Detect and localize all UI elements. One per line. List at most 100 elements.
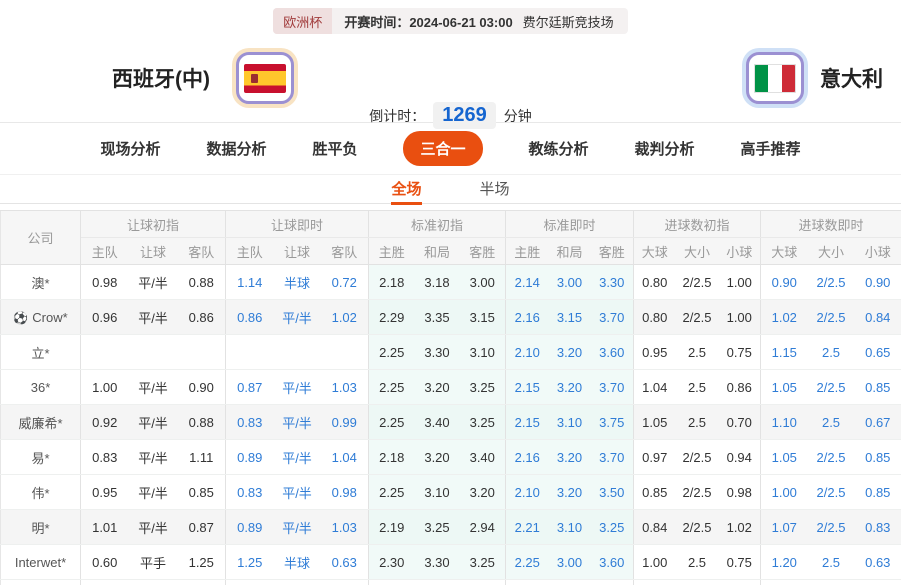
odds-cell: 0.60: [81, 545, 129, 580]
odds-cell: 2.16: [506, 300, 549, 335]
odds-cell: 3.20: [415, 370, 460, 405]
odds-cell: 2.25: [369, 405, 415, 440]
group-header-1: 让球即时: [226, 211, 369, 238]
away-team-name: 意大利: [820, 63, 883, 93]
odds-cell: 0.86: [226, 300, 274, 335]
odds-cell: 0.94: [719, 440, 761, 475]
nav-tab-5[interactable]: 裁判分析: [635, 138, 695, 159]
company-name[interactable]: 明*: [1, 510, 81, 545]
odds-cell: 3.10: [549, 405, 591, 440]
home-team: 西班牙(中): [112, 52, 294, 104]
company-name[interactable]: 36*: [1, 370, 81, 405]
odds-cell: 0.85: [855, 370, 901, 405]
odds-cell: 2.94: [460, 510, 506, 545]
odds-cell: 0.98: [81, 265, 129, 300]
table-row: 立*2.253.303.102.103.203.600.952.50.751.1…: [1, 335, 901, 370]
odds-cell: 1.05: [761, 440, 808, 475]
odds-cell: 2.15: [506, 370, 549, 405]
odds-cell: [226, 335, 274, 370]
odds-cell: 3.15: [549, 300, 591, 335]
odds-cell: 1.00: [634, 545, 676, 580]
odds-cell: 2.29: [369, 300, 415, 335]
odds-cell: 1.14: [226, 265, 274, 300]
odds-cell: 平/半: [129, 475, 178, 510]
odds-cell: 1.00: [719, 265, 761, 300]
odds-cell: 3.20: [549, 440, 591, 475]
odds-cell: 1.02: [719, 510, 761, 545]
odds-cell: 0.84: [634, 510, 676, 545]
odds-cell: 1.01: [81, 510, 129, 545]
company-name[interactable]: 威廉希*: [1, 405, 81, 440]
nav-tab-4[interactable]: 教练分析: [529, 138, 589, 159]
odds-cell: 2/2.5: [808, 440, 855, 475]
column-header: 大小: [676, 238, 719, 265]
odds-cell: 0.96: [81, 300, 129, 335]
odds-cell: 3.20: [415, 440, 460, 475]
column-header: 主胜: [506, 238, 549, 265]
odds-cell: 3.70: [591, 440, 634, 475]
odds-cell: 3.00: [460, 265, 506, 300]
odds-cell: 3.00: [549, 265, 591, 300]
nav-tab-6[interactable]: 高手推荐: [741, 138, 801, 159]
odds-cell: 0.85: [855, 475, 901, 510]
column-header: 主队: [226, 238, 274, 265]
odds-cell: 0.87: [178, 510, 226, 545]
company-name[interactable]: 伟*: [1, 475, 81, 510]
odds-cell: 0.72: [321, 265, 369, 300]
odds-cell: 2.5: [808, 405, 855, 440]
nav-tab-3[interactable]: 三合一: [403, 131, 482, 166]
odds-cell: 1.00: [719, 300, 761, 335]
odds-cell: 0.86: [719, 370, 761, 405]
odds-cell: 0.83: [226, 405, 274, 440]
odds-cell: 平/半: [129, 370, 178, 405]
soccer-ball-icon: ⚽: [13, 311, 28, 325]
odds-cell: 0.83: [226, 475, 274, 510]
table-row: 伟*0.95平/半0.850.83平/半0.982.253.103.202.10…: [1, 475, 901, 510]
odds-cell: 0.85: [634, 475, 676, 510]
period-tab-1[interactable]: 半场: [480, 175, 510, 205]
column-header: 客队: [321, 238, 369, 265]
table-row: 36*1.00平/半0.900.87平/半1.032.253.203.252.1…: [1, 370, 901, 405]
odds-cell: 0.95: [634, 335, 676, 370]
odds-cell: 0.88: [178, 265, 226, 300]
company-name[interactable]: Interwet*: [1, 545, 81, 580]
odds-cell: 0.98: [719, 475, 761, 510]
odds-cell: 3.60: [591, 335, 634, 370]
nav-tab-1[interactable]: 数据分析: [206, 138, 266, 159]
group-header-4: 进球数初指: [634, 211, 761, 238]
company-name[interactable]: 立*: [1, 335, 81, 370]
odds-cell: 1.03: [321, 370, 369, 405]
odds-cell: 平/半: [274, 370, 321, 405]
period-tab-0[interactable]: 全场: [391, 175, 421, 205]
odds-cell: 3.10: [415, 475, 460, 510]
odds-cell: 2.18: [369, 265, 415, 300]
odds-cell: 0.83: [81, 440, 129, 475]
nav-tab-0[interactable]: 现场分析: [100, 138, 160, 159]
odds-cell: 平/半: [274, 300, 321, 335]
period-tabs: 全场 半场: [0, 174, 901, 204]
venue-name: 费尔廷斯竞技场: [523, 12, 628, 31]
away-team: 意大利: [746, 52, 883, 104]
odds-cell: 2.19: [369, 510, 415, 545]
company-name[interactable]: 澳*: [1, 265, 81, 300]
odds-cell: 2.18: [369, 440, 415, 475]
odds-cell: 2.5: [676, 335, 719, 370]
company-name[interactable]: 易*: [1, 440, 81, 475]
odds-cell: 0.92: [81, 405, 129, 440]
odds-cell: 3.70: [591, 370, 634, 405]
odds-cell: 3.25: [460, 545, 506, 580]
column-header: 让球: [129, 238, 178, 265]
table-row: 威廉希*0.92平/半0.880.83平/半0.992.253.403.252.…: [1, 405, 901, 440]
odds-cell: 0.90: [178, 370, 226, 405]
odds-cell: 2.15: [506, 405, 549, 440]
column-header: 客胜: [460, 238, 506, 265]
column-header: 主胜: [369, 238, 415, 265]
odds-cell: 3.25: [460, 370, 506, 405]
nav-tab-2[interactable]: 胜平负: [312, 138, 357, 159]
company-name[interactable]: ⚽Crow*: [1, 300, 81, 335]
odds-cell: 平/半: [274, 510, 321, 545]
odds-cell: 2.5: [676, 370, 719, 405]
odds-cell: 2/2.5: [676, 265, 719, 300]
odds-cell: 0.90: [855, 265, 901, 300]
column-header: 大球: [634, 238, 676, 265]
